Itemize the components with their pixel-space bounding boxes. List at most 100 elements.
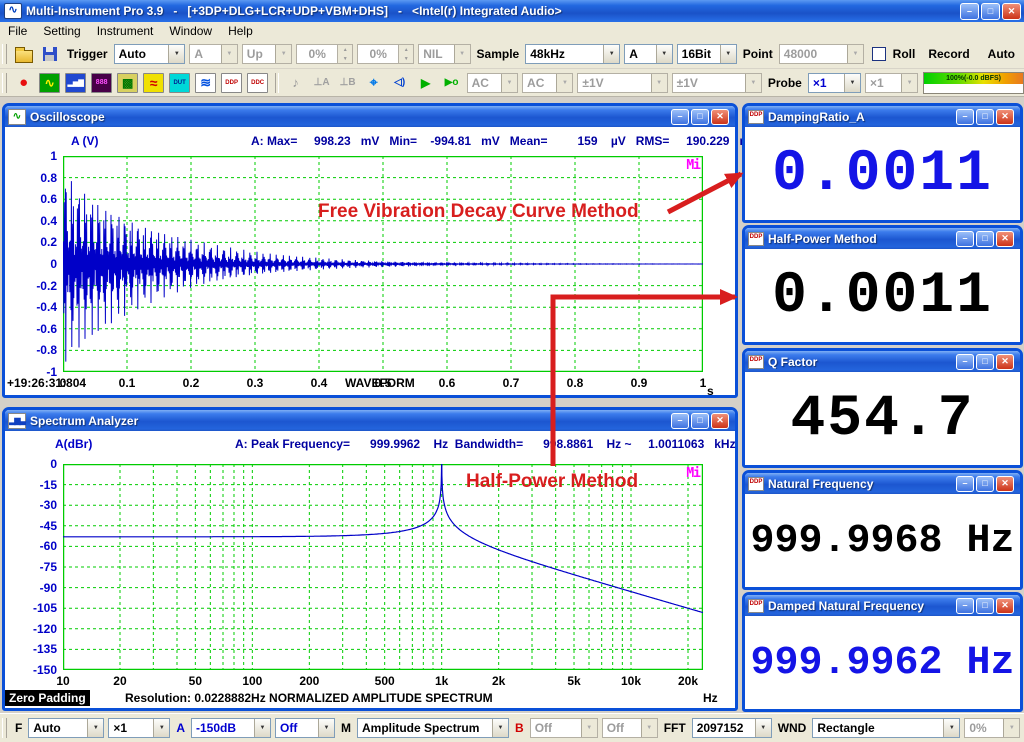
minimize-button[interactable]: –	[956, 109, 974, 125]
close-button[interactable]: ✕	[711, 109, 729, 125]
frequency-multiplier-combo[interactable]: ×1	[108, 718, 170, 738]
axis-tick-label: 1	[17, 149, 57, 163]
axis-tick-label: 0.1	[105, 376, 149, 390]
ddp-window-natural-frequency[interactable]: DDP Natural Frequency –□✕ 999.9968 Hz	[742, 470, 1023, 590]
dropdown-arrow-icon[interactable]	[153, 719, 169, 737]
minimize-button[interactable]: –	[956, 598, 974, 614]
play-icon[interactable]: ▶	[414, 71, 438, 94]
probe-a-combo[interactable]: ×1	[808, 73, 861, 93]
close-button[interactable]: ✕	[996, 476, 1014, 492]
ddp-window-half-power[interactable]: DDP Half-Power Method –□✕ 0.0011	[742, 225, 1023, 345]
play-loop-icon[interactable]: ▶o	[440, 71, 464, 94]
roll-label: Roll	[893, 47, 916, 61]
sampling-bits-combo[interactable]: 16Bit	[677, 44, 737, 64]
menubar: File Setting Instrument Window Help	[0, 22, 1024, 41]
run-stop-icon[interactable]: ●	[12, 71, 36, 94]
menu-file[interactable]: File	[0, 24, 35, 38]
maximize-button[interactable]: □	[976, 476, 994, 492]
dropdown-arrow-icon[interactable]	[87, 719, 103, 737]
dropdown-arrow-icon[interactable]	[755, 719, 771, 737]
natural-frequency-value: 999.9968 Hz	[745, 497, 1020, 585]
spectrum-plot[interactable]: Mi 0-15-30-45-60-75-90-105-120-135-15010…	[63, 464, 703, 670]
signal-generator-icon[interactable]: ≈	[142, 71, 166, 94]
window-function-combo[interactable]: Rectangle	[812, 718, 960, 738]
dropdown-arrow-icon[interactable]	[318, 719, 334, 737]
minimize-button[interactable]: –	[956, 231, 974, 247]
ddc-icon[interactable]: DDC	[246, 71, 270, 94]
ddp-window-q-factor[interactable]: DDP Q Factor –□✕ 454.7	[742, 348, 1023, 468]
maximize-button[interactable]: □	[976, 231, 994, 247]
open-file-icon[interactable]	[12, 43, 36, 66]
derived-data-curve-icon[interactable]: ≋	[194, 71, 218, 94]
auto-button[interactable]: Auto	[981, 44, 1022, 64]
oscilloscope-icon: ∿	[39, 73, 60, 93]
dropdown-arrow-icon[interactable]	[720, 45, 736, 63]
display-mode-combo[interactable]: Amplitude Spectrum	[357, 718, 509, 738]
close-button[interactable]: ✕	[711, 413, 729, 429]
a-reference-combo[interactable]: Off	[275, 718, 335, 738]
oscilloscope-plot[interactable]: Mi 00.10.20.30.40.50.60.70.80.9110.80.60…	[63, 156, 703, 372]
spectrum-analyzer-icon[interactable]: ▂▅▇	[64, 71, 88, 94]
frequency-axis-combo[interactable]: Auto	[28, 718, 104, 738]
oscilloscope-icon[interactable]: ∿	[38, 71, 62, 94]
minimize-button[interactable]: –	[956, 476, 974, 492]
close-button[interactable]: ✕	[996, 598, 1014, 614]
maximize-button[interactable]: □	[691, 413, 709, 429]
dropdown-arrow-icon[interactable]	[254, 719, 270, 737]
close-button[interactable]: ✕	[996, 109, 1014, 125]
cursor-reader-icon[interactable]: ⌖	[362, 71, 386, 94]
maximize-button[interactable]: □	[976, 354, 994, 370]
fft-size-combo[interactable]: 2097152	[692, 718, 772, 738]
app-titlebar[interactable]: ∿ Multi-Instrument Pro 3.9 - [+3DP+DLG+L…	[0, 0, 1024, 22]
ddp-window-damping-ratio[interactable]: DDP DampingRatio_A –□✕ 0.0011	[742, 103, 1023, 223]
close-button[interactable]: ✕	[996, 231, 1014, 247]
overlap-value: 0%	[965, 719, 1003, 737]
save-file-icon[interactable]	[38, 43, 62, 66]
device-test-plan-icon[interactable]: DUT	[168, 71, 192, 94]
dropdown-arrow-icon[interactable]	[492, 719, 508, 737]
oscilloscope-window[interactable]: ∿ Oscilloscope – □ ✕ A (V) A: Max= 998.2…	[2, 103, 738, 398]
close-button[interactable]: ✕	[996, 354, 1014, 370]
dropdown-arrow-icon[interactable]	[603, 45, 619, 63]
trigger-mode-combo[interactable]: Auto	[114, 44, 186, 64]
derived-data-point-viewer-icon[interactable]: DDP	[220, 71, 244, 94]
menu-instrument[interactable]: Instrument	[89, 24, 162, 38]
a-range-combo[interactable]: -150dB	[191, 718, 271, 738]
dropdown-arrow-icon[interactable]	[168, 45, 184, 63]
menu-window[interactable]: Window	[161, 24, 220, 38]
sampling-rate-combo[interactable]: 48kHz	[525, 44, 620, 64]
workspace: ∿ Oscilloscope – □ ✕ A (V) A: Max= 998.2…	[0, 97, 1024, 713]
maximize-button[interactable]: □	[691, 109, 709, 125]
app-maximize-button[interactable]: □	[981, 3, 1000, 20]
channel-a-label: A	[176, 721, 185, 735]
oscilloscope-titlebar[interactable]: ∿ Oscilloscope – □ ✕	[5, 106, 735, 127]
menu-help[interactable]: Help	[220, 24, 261, 38]
axis-tick-label: 0.3	[233, 376, 277, 390]
app-close-button[interactable]: ✕	[1002, 3, 1021, 20]
dropdown-arrow-icon[interactable]	[656, 45, 672, 63]
minimize-button[interactable]: –	[956, 354, 974, 370]
spectrum-3d-plot-icon[interactable]: ▩	[116, 71, 140, 94]
cursor-reader-icon: ⌖	[364, 74, 383, 92]
spectrum-analyzer-window[interactable]: ▂▆▃ Spectrum Analyzer – □ ✕ A(dBr) A: Pe…	[2, 407, 738, 711]
sampling-channel-combo[interactable]: A	[624, 44, 672, 64]
roll-checkbox[interactable]	[872, 47, 886, 61]
waveform-plot-svg	[63, 156, 703, 372]
minimize-button[interactable]: –	[671, 413, 689, 429]
record-button[interactable]: Record	[921, 44, 976, 64]
speaker-icon[interactable]: ◁)	[388, 71, 412, 94]
multimeter-icon[interactable]: 888	[90, 71, 114, 94]
spectrum-analyzer-titlebar[interactable]: ▂▆▃ Spectrum Analyzer – □ ✕	[5, 410, 735, 431]
maximize-button[interactable]: □	[976, 109, 994, 125]
dropdown-arrow-icon[interactable]	[844, 74, 860, 92]
app-title: Multi-Instrument Pro 3.9 - [+3DP+DLG+LCR…	[26, 4, 960, 18]
ddp-window-damped-natural-frequency[interactable]: DDP Damped Natural Frequency –□✕ 999.996…	[742, 592, 1023, 712]
app-minimize-button[interactable]: –	[960, 3, 979, 20]
menu-setting[interactable]: Setting	[35, 24, 88, 38]
minimize-button[interactable]: –	[671, 109, 689, 125]
axis-tick-label: 100	[230, 674, 274, 688]
maximize-button[interactable]: □	[976, 598, 994, 614]
dropdown-arrow-icon[interactable]	[943, 719, 959, 737]
channel-b-label: B	[515, 721, 524, 735]
range-b-value: ±1V	[673, 74, 745, 92]
